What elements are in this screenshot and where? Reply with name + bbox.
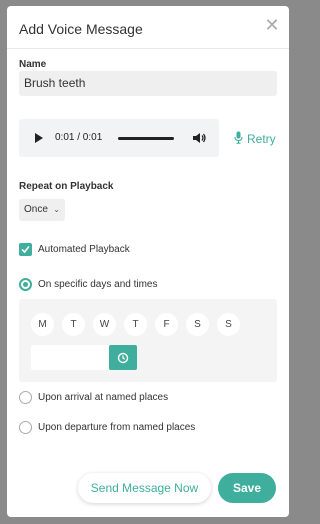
name-label: Name: [19, 59, 47, 70]
repeat-label: Repeat on Playback: [19, 181, 114, 192]
day-tuesday[interactable]: T: [62, 313, 85, 336]
day-friday[interactable]: F: [155, 313, 178, 336]
chevron-down-icon: ⌄: [53, 205, 60, 214]
send-message-now-button[interactable]: Send Message Now: [78, 473, 211, 503]
dialog-title: Add Voice Message: [19, 21, 143, 37]
radio-button-unchecked[interactable]: [19, 391, 32, 404]
check-icon: [21, 245, 30, 254]
close-icon[interactable]: ✕: [264, 16, 280, 34]
retry-label: Retry: [247, 132, 276, 146]
header-divider: [7, 48, 289, 49]
automated-playback-label: Automated Playback: [38, 244, 130, 255]
seek-bar[interactable]: [118, 137, 174, 140]
schedule-panel: M T W T F S S: [19, 299, 277, 382]
retry-button[interactable]: Retry: [234, 131, 276, 147]
clock-icon[interactable]: [109, 345, 137, 370]
day-saturday[interactable]: S: [186, 313, 209, 336]
save-button[interactable]: Save: [218, 473, 276, 503]
automated-playback-checkbox[interactable]: [19, 243, 32, 256]
day-monday[interactable]: M: [31, 313, 54, 336]
day-thursday[interactable]: T: [124, 313, 147, 336]
day-wednesday[interactable]: W: [93, 313, 116, 336]
radio-departure-label: Upon departure from named places: [38, 422, 196, 433]
volume-icon[interactable]: [191, 130, 207, 146]
radio-departure[interactable]: Upon departure from named places: [19, 421, 195, 434]
voice-message-dialog: Add Voice Message ✕ Name Brush teeth 0:0…: [7, 6, 289, 517]
radio-specific-days-label: On specific days and times: [38, 279, 158, 290]
radio-button-checked[interactable]: [19, 278, 32, 291]
radio-arrival-label: Upon arrival at named places: [38, 392, 169, 403]
microphone-icon: [234, 131, 243, 147]
radio-specific-days[interactable]: On specific days and times: [19, 278, 158, 291]
radio-button-unchecked[interactable]: [19, 421, 32, 434]
repeat-selected-value: Once: [24, 204, 48, 215]
day-sunday[interactable]: S: [217, 313, 240, 336]
radio-arrival[interactable]: Upon arrival at named places: [19, 391, 168, 404]
automated-playback-row: Automated Playback: [19, 243, 130, 256]
name-input[interactable]: Brush teeth: [19, 71, 277, 96]
audio-player: 0:01 / 0:01: [19, 119, 219, 157]
repeat-select[interactable]: Once ⌄: [19, 199, 65, 221]
day-selector: M T W T F S S: [31, 313, 240, 336]
time-input[interactable]: [31, 345, 109, 370]
play-icon[interactable]: [35, 133, 43, 143]
audio-time: 0:01 / 0:01: [55, 132, 103, 143]
